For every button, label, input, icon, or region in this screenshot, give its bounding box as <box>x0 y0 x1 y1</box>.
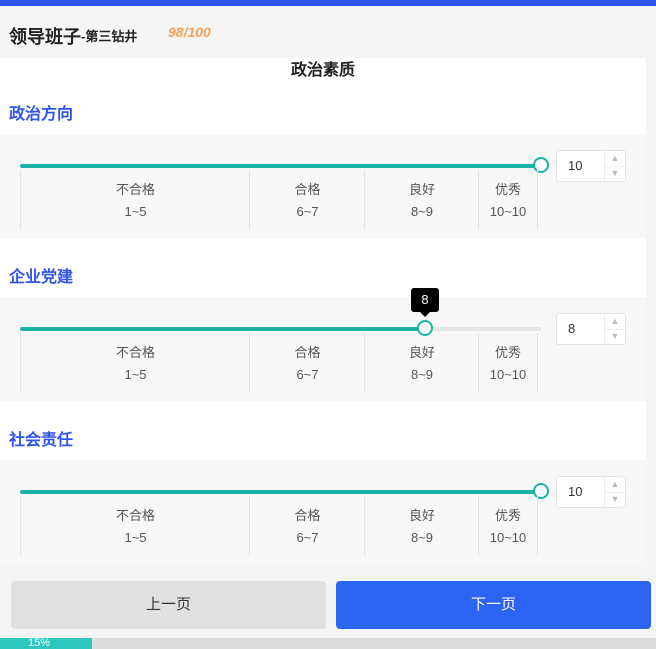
grade-name: 良好 <box>408 182 435 197</box>
chevron-down-icon[interactable]: ▼ <box>605 329 625 344</box>
category-label: 企业党建 <box>9 269 74 286</box>
grade-range: 6~7 <box>296 530 319 545</box>
prev-page-button[interactable]: 上一页 <box>11 581 326 629</box>
page-subtitle: -第三钻井 <box>81 29 138 44</box>
rating-block-party-building: 8 不合格 1~5 合格 6~7 良好 8~9 优秀 10~10 8 ▲ ▼ <box>0 288 646 401</box>
rating-block-political-direction: 不合格 1~5 合格 6~7 良好 8~9 优秀 10~10 10 ▲ ▼ <box>0 134 646 238</box>
grade-name: 不合格 <box>115 508 155 523</box>
grade-range: 8~9 <box>410 530 434 545</box>
rating-block-social-responsibility: 不合格 1~5 合格 6~7 良好 8~9 优秀 10~10 10 ▲ ▼ <box>0 460 646 564</box>
chevron-up-icon[interactable]: ▲ <box>605 314 625 330</box>
grade-name: 合格 <box>294 182 321 197</box>
grade-name: 合格 <box>294 345 321 360</box>
category-label: 社会责任 <box>9 432 74 449</box>
grade-name: 良好 <box>408 508 435 523</box>
grade-name: 优秀 <box>494 508 521 523</box>
score-value[interactable]: 10 <box>568 158 582 173</box>
grade-range: 10~10 <box>489 530 527 545</box>
chevron-up-icon[interactable]: ▲ <box>605 477 625 493</box>
grade-range: 6~7 <box>296 367 319 382</box>
slider-fill <box>20 327 425 331</box>
category-label: 政治方向 <box>9 106 74 123</box>
stepper-arrows: ▲ ▼ <box>604 314 625 344</box>
grade-excellent: 优秀 10~10 <box>478 170 538 230</box>
footer-nav: 上一页 下一页 <box>0 572 656 638</box>
grade-range: 10~10 <box>489 204 527 219</box>
grade-name: 不合格 <box>115 182 155 197</box>
grade-range: 1~5 <box>124 204 147 219</box>
grade-range: 8~9 <box>410 367 434 382</box>
chevron-up-icon[interactable]: ▲ <box>605 151 625 167</box>
score-value[interactable]: 8 <box>568 321 575 336</box>
grade-scale: 不合格 1~5 合格 6~7 良好 8~9 优秀 10~10 <box>20 170 538 230</box>
grade-name: 不合格 <box>115 345 155 360</box>
slider-track[interactable] <box>20 483 549 499</box>
grade-excellent: 优秀 10~10 <box>478 333 538 393</box>
grade-pass: 合格 6~7 <box>249 170 365 230</box>
grade-scale: 不合格 1~5 合格 6~7 良好 8~9 优秀 10~10 <box>20 333 538 393</box>
score-stepper[interactable]: 10 ▲ ▼ <box>556 150 626 182</box>
chevron-down-icon[interactable]: ▼ <box>605 166 625 181</box>
page-title: 领导班子 <box>9 27 81 47</box>
category-header-party-building: 企业党建 <box>0 238 646 297</box>
grade-good: 良好 8~9 <box>364 170 479 230</box>
score-value[interactable]: 10 <box>568 484 582 499</box>
grade-range: 8~9 <box>410 204 434 219</box>
grade-name: 合格 <box>294 508 321 523</box>
section-title: 政治素质 <box>0 58 646 88</box>
next-page-button[interactable]: 下一页 <box>336 581 651 629</box>
slider-track[interactable]: 8 <box>20 288 541 336</box>
slider-fill <box>20 490 541 494</box>
grade-good: 良好 8~9 <box>364 333 479 393</box>
grade-pass: 合格 6~7 <box>249 496 365 556</box>
total-score: 98/100 <box>168 24 211 40</box>
grade-range: 1~5 <box>124 367 147 382</box>
grade-name: 优秀 <box>494 345 521 360</box>
slider-track[interactable] <box>20 157 549 173</box>
chevron-down-icon[interactable]: ▼ <box>605 492 625 507</box>
grade-range: 1~5 <box>124 530 147 545</box>
grade-fail: 不合格 1~5 <box>20 333 250 393</box>
category-header-political-direction: 政治方向 <box>0 88 646 134</box>
grade-fail: 不合格 1~5 <box>20 170 250 230</box>
grade-name: 良好 <box>408 345 435 360</box>
grade-excellent: 优秀 10~10 <box>478 496 538 556</box>
progress-bar: 15% <box>0 637 656 649</box>
slider-tooltip: 8 <box>411 288 439 317</box>
grade-pass: 合格 6~7 <box>249 333 365 393</box>
grade-range: 10~10 <box>489 367 527 382</box>
grade-scale: 不合格 1~5 合格 6~7 良好 8~9 优秀 10~10 <box>20 496 538 556</box>
category-header-social-responsibility: 社会责任 <box>0 401 646 460</box>
grade-name: 优秀 <box>494 182 521 197</box>
score-stepper[interactable]: 8 ▲ ▼ <box>556 313 626 345</box>
page-header: 领导班子 -第三钻井 98/100 <box>0 6 656 58</box>
grade-fail: 不合格 1~5 <box>20 496 250 556</box>
grade-range: 6~7 <box>296 204 319 219</box>
progress-label: 15% <box>28 637 51 649</box>
stepper-arrows: ▲ ▼ <box>604 151 625 181</box>
grade-good: 良好 8~9 <box>364 496 479 556</box>
slider-fill <box>20 164 541 168</box>
stepper-arrows: ▲ ▼ <box>604 477 625 507</box>
score-stepper[interactable]: 10 ▲ ▼ <box>556 476 626 508</box>
